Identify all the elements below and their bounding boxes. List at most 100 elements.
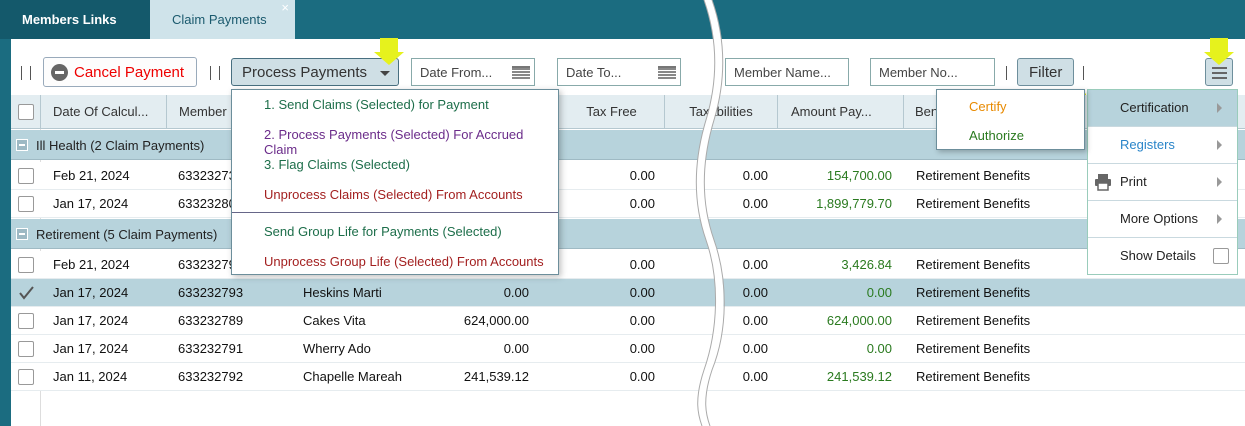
date-to-placeholder: Date To...: [566, 65, 622, 80]
cell-member-no: 633232789: [178, 313, 244, 328]
table-row[interactable]: Jan 17, 2024 63323280 0.00 0.00 1,899,77…: [11, 190, 1245, 218]
cell-member-name: Heskins Marti: [303, 285, 382, 300]
cell-tax-free: 0.00: [629, 341, 655, 356]
cell-date: Jan 17, 2024: [53, 313, 129, 328]
cell-tax-free: 0.00: [629, 313, 655, 328]
cell-benefit: Retirement Benefits: [916, 196, 1031, 211]
member-name-placeholder: Member Name...: [734, 65, 831, 80]
menu-item-unprocess-claims[interactable]: Unprocess Claims (Selected) From Account…: [264, 187, 523, 202]
tab-members-links[interactable]: Members Links: [0, 0, 150, 39]
hamburger-icon: [1212, 67, 1227, 69]
row-checkbox[interactable]: [18, 196, 34, 212]
row-checkbox[interactable]: [18, 369, 34, 385]
cell-amount: 624,000.00: [826, 313, 892, 328]
column-header-date[interactable]: Date Of Calcul...: [41, 95, 167, 129]
table-row[interactable]: Jan 17, 2024 633232793 Heskins Marti 0.0…: [11, 279, 1245, 307]
cell-tax-free: 0.00: [629, 257, 655, 272]
cell-member-no: 633232793: [178, 285, 244, 300]
member-no-field[interactable]: Member No...: [870, 58, 995, 86]
menu-item-registers[interactable]: Registers: [1088, 127, 1237, 164]
toolbar-separator: [30, 66, 31, 80]
filter-button[interactable]: Filter: [1017, 58, 1074, 86]
cell-benefit: Retirement Benefits: [916, 369, 1031, 384]
cell-amount: 0.00: [866, 341, 892, 356]
cell-amount: 241,539.12: [826, 369, 892, 384]
highlight-arrow-icon: [1204, 38, 1234, 65]
cell-gross: 0.00: [503, 341, 529, 356]
certification-submenu: Certify Authorize: [936, 89, 1085, 150]
hamburger-icon: [1212, 77, 1227, 79]
menu-item-certification[interactable]: Certification: [1088, 90, 1237, 127]
close-icon[interactable]: ×: [281, 0, 289, 27]
menu-item-send-claims[interactable]: 1. Send Claims (Selected) for Payment: [264, 97, 489, 112]
menu-item-more-options[interactable]: More Options: [1088, 201, 1237, 238]
select-all-checkbox[interactable]: [18, 104, 34, 120]
cell-gross: 624,000.00: [463, 313, 529, 328]
cell-amount: 0.00: [866, 285, 892, 300]
tab-claim-payments[interactable]: Claim Payments ×: [150, 0, 295, 39]
row-checkbox-checked[interactable]: [18, 285, 34, 301]
cell-tax-free: 0.00: [629, 369, 655, 384]
date-from-placeholder: Date From...: [420, 65, 493, 80]
menu-item-unprocess-group-life[interactable]: Unprocess Group Life (Selected) From Acc…: [264, 254, 544, 269]
calendar-icon[interactable]: [512, 66, 530, 79]
collapse-icon[interactable]: [16, 228, 28, 240]
table-row[interactable]: Jan 17, 2024 633232791 Wherry Ado 0.00 0…: [11, 335, 1245, 363]
more-options-label: More Options: [1120, 211, 1199, 226]
cell-member-name: Cakes Vita: [303, 313, 366, 328]
menu-item-show-details[interactable]: Show Details: [1088, 238, 1237, 275]
group-row[interactable]: Retirement (5 Claim Payments): [11, 219, 1245, 249]
show-details-label: Show Details: [1120, 248, 1196, 263]
date-to-field[interactable]: Date To...: [557, 58, 681, 86]
select-all-cell: [11, 95, 41, 129]
cell-member-no: 633232792: [178, 369, 244, 384]
collapse-icon[interactable]: [16, 139, 28, 151]
cell-benefit: Retirement Benefits: [916, 341, 1031, 356]
table-row[interactable]: Feb 21, 2024 63323279 0.00 0.00 3,426.84…: [11, 251, 1245, 279]
cell-benefit: Retirement Benefits: [916, 257, 1031, 272]
row-checkbox[interactable]: [18, 341, 34, 357]
menu-item-certify[interactable]: Certify: [969, 99, 1007, 114]
date-from-field[interactable]: Date From...: [411, 58, 535, 86]
menu-item-authorize[interactable]: Authorize: [969, 128, 1024, 143]
cell-benefit: Retirement Benefits: [916, 285, 1031, 300]
menu-item-send-group-life[interactable]: Send Group Life for Payments (Selected): [264, 224, 502, 239]
toolbar-separator: [21, 66, 22, 80]
column-header-amount[interactable]: Amount Pay...: [778, 95, 904, 129]
chevron-right-icon: [1217, 177, 1227, 187]
cell-benefit: Retirement Benefits: [916, 168, 1031, 183]
table-row[interactable]: Jan 17, 2024 633232789 Cakes Vita 624,00…: [11, 307, 1245, 335]
row-checkbox[interactable]: [18, 313, 34, 329]
cell-gross: 0.00: [503, 285, 529, 300]
menu-item-print[interactable]: Print: [1088, 164, 1237, 201]
cell-amount: 1,899,779.70: [816, 196, 892, 211]
menu-item-flag-claims[interactable]: 3. Flag Claims (Selected): [264, 157, 410, 172]
filter-label: Filter: [1029, 64, 1063, 81]
toolbar-separator: [210, 66, 211, 80]
row-checkbox[interactable]: [18, 257, 34, 273]
column-header-member[interactable]: Member: [167, 95, 237, 129]
cell-date: Jan 17, 2024: [53, 285, 129, 300]
cell-tax-free: 0.00: [629, 196, 655, 211]
torn-edge-decoration: [695, 0, 725, 426]
toolbar-separator: [1006, 66, 1007, 80]
menu-item-process-payments[interactable]: 2. Process Payments (Selected) For Accru…: [264, 127, 558, 157]
toolbar-separator: [219, 66, 220, 80]
table-row[interactable]: Feb 21, 2024 63323273 0.00 0.00 154,700.…: [11, 162, 1245, 190]
cell-date: Jan 17, 2024: [53, 196, 129, 211]
certification-label: Certification: [1120, 100, 1189, 115]
cell-date: Feb 21, 2024: [53, 168, 130, 183]
show-details-checkbox[interactable]: [1213, 248, 1229, 264]
print-label: Print: [1120, 174, 1147, 189]
cell-member-no: 633232791: [178, 341, 244, 356]
row-checkbox[interactable]: [18, 168, 34, 184]
cancel-payment-button[interactable]: Cancel Payment: [43, 57, 197, 87]
process-payments-label: Process Payments: [242, 64, 368, 81]
group-label: Retirement (5 Claim Payments): [36, 227, 218, 242]
process-payments-menu: 1. Send Claims (Selected) for Payment 2.…: [231, 89, 559, 275]
menu-divider: [232, 212, 558, 213]
member-name-field[interactable]: Member Name...: [725, 58, 849, 86]
column-header-tax-free[interactable]: Tax Free: [559, 95, 665, 129]
calendar-icon[interactable]: [658, 66, 676, 79]
table-row[interactable]: Jan 11, 2024 633232792 Chapelle Mareah 2…: [11, 363, 1245, 391]
